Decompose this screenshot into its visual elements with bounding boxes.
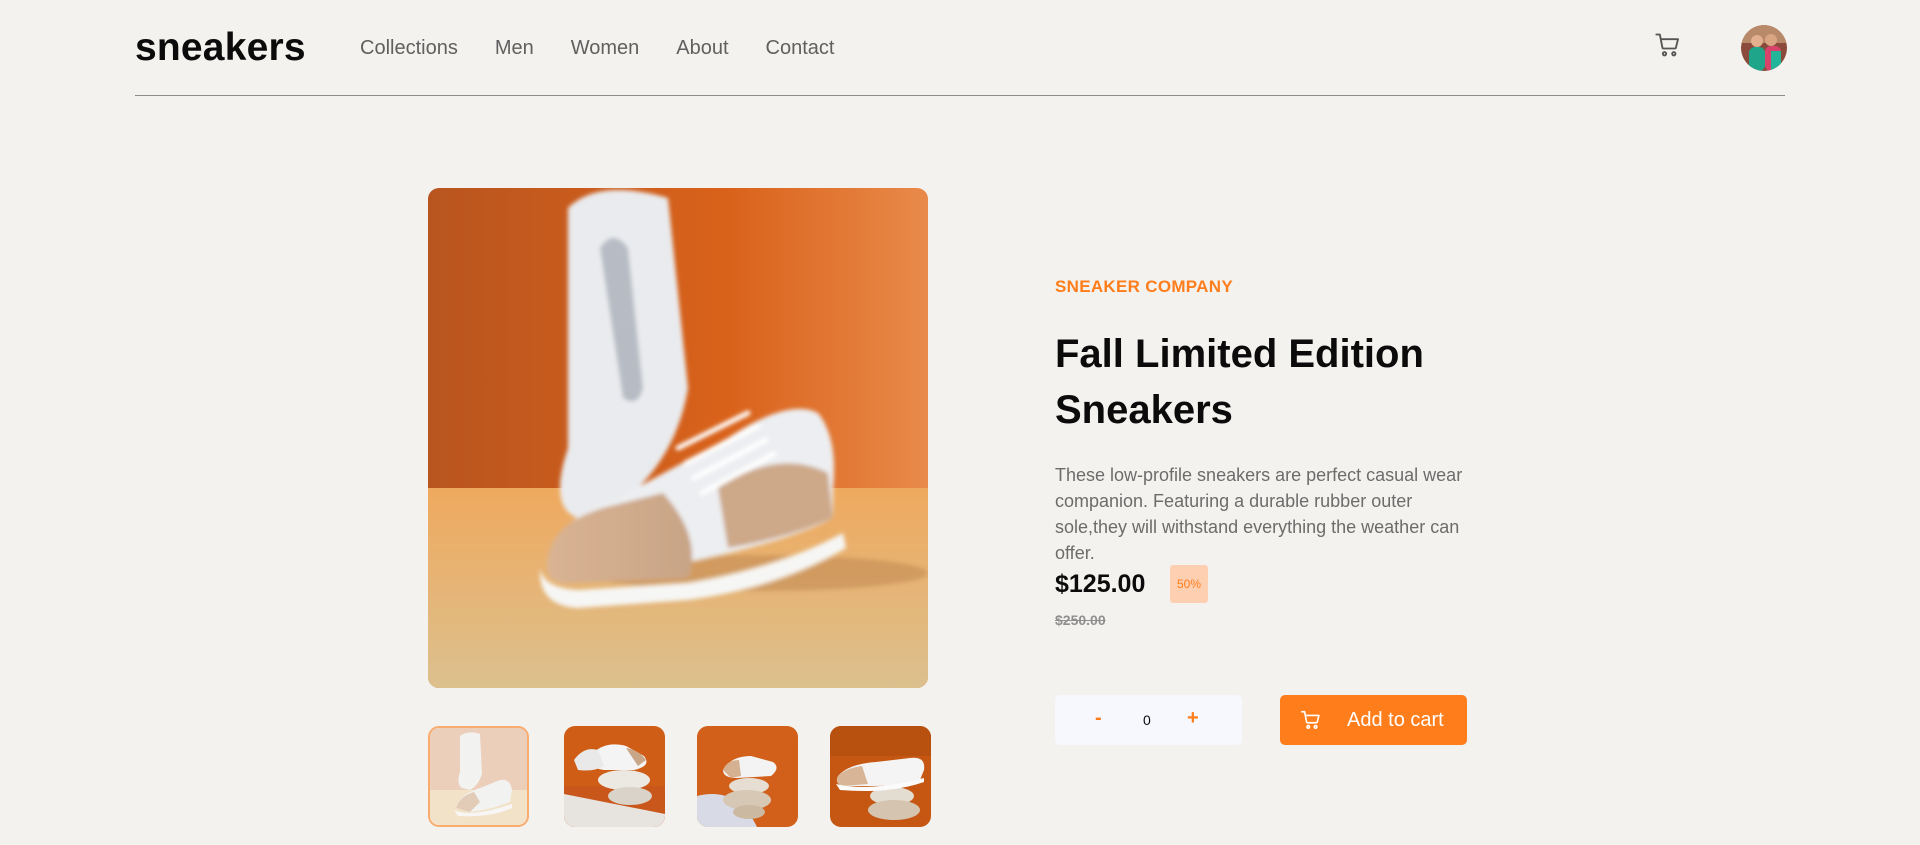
thumbnail-4[interactable]	[830, 726, 931, 827]
logo[interactable]: sneakers	[135, 26, 306, 70]
thumbnail-4-illustration	[830, 726, 931, 827]
increase-quantity-button[interactable]: +	[1187, 707, 1199, 730]
nav-men[interactable]: Men	[495, 37, 534, 60]
sneaker-main-illustration	[428, 188, 928, 688]
quantity-stepper: - 0 +	[1055, 695, 1242, 745]
nav-contact[interactable]: Contact	[766, 37, 835, 60]
product-description: These low-profile sneakers are perfect c…	[1055, 465, 1463, 563]
original-price: $250.00	[1055, 612, 1106, 628]
nav-women[interactable]: Women	[571, 37, 640, 60]
main-nav: Collections Men Women About Contact	[360, 37, 871, 60]
thumbnail-3[interactable]	[697, 726, 798, 827]
nav-about[interactable]: About	[676, 37, 728, 60]
site-header: sneakers Collections Men Women About Con…	[135, 0, 1787, 96]
product-title: Fall Limited Edition Sneakers	[1055, 332, 1424, 432]
nav-collections[interactable]: Collections	[360, 37, 458, 60]
thumbnail-1[interactable]	[428, 726, 529, 827]
avatar[interactable]	[1741, 25, 1787, 71]
main-product-image[interactable]	[428, 188, 928, 688]
thumbnail-2-illustration	[564, 726, 665, 827]
add-to-cart-label: Add to cart	[1347, 709, 1444, 731]
cart-icon[interactable]	[1654, 31, 1682, 59]
company-name: SNEAKER COMPANY	[1055, 277, 1233, 296]
current-price: $125.00	[1055, 570, 1146, 598]
decrease-quantity-button[interactable]: -	[1095, 707, 1102, 730]
thumbnail-3-illustration	[697, 726, 798, 827]
add-to-cart-button[interactable]: Add to cart	[1280, 695, 1467, 745]
discount-badge: 50%	[1170, 565, 1208, 603]
cart-icon	[1301, 710, 1320, 729]
thumbnail-1-illustration	[430, 728, 527, 825]
thumbnail-2[interactable]	[564, 726, 665, 827]
quantity-value: 0	[1143, 712, 1151, 728]
